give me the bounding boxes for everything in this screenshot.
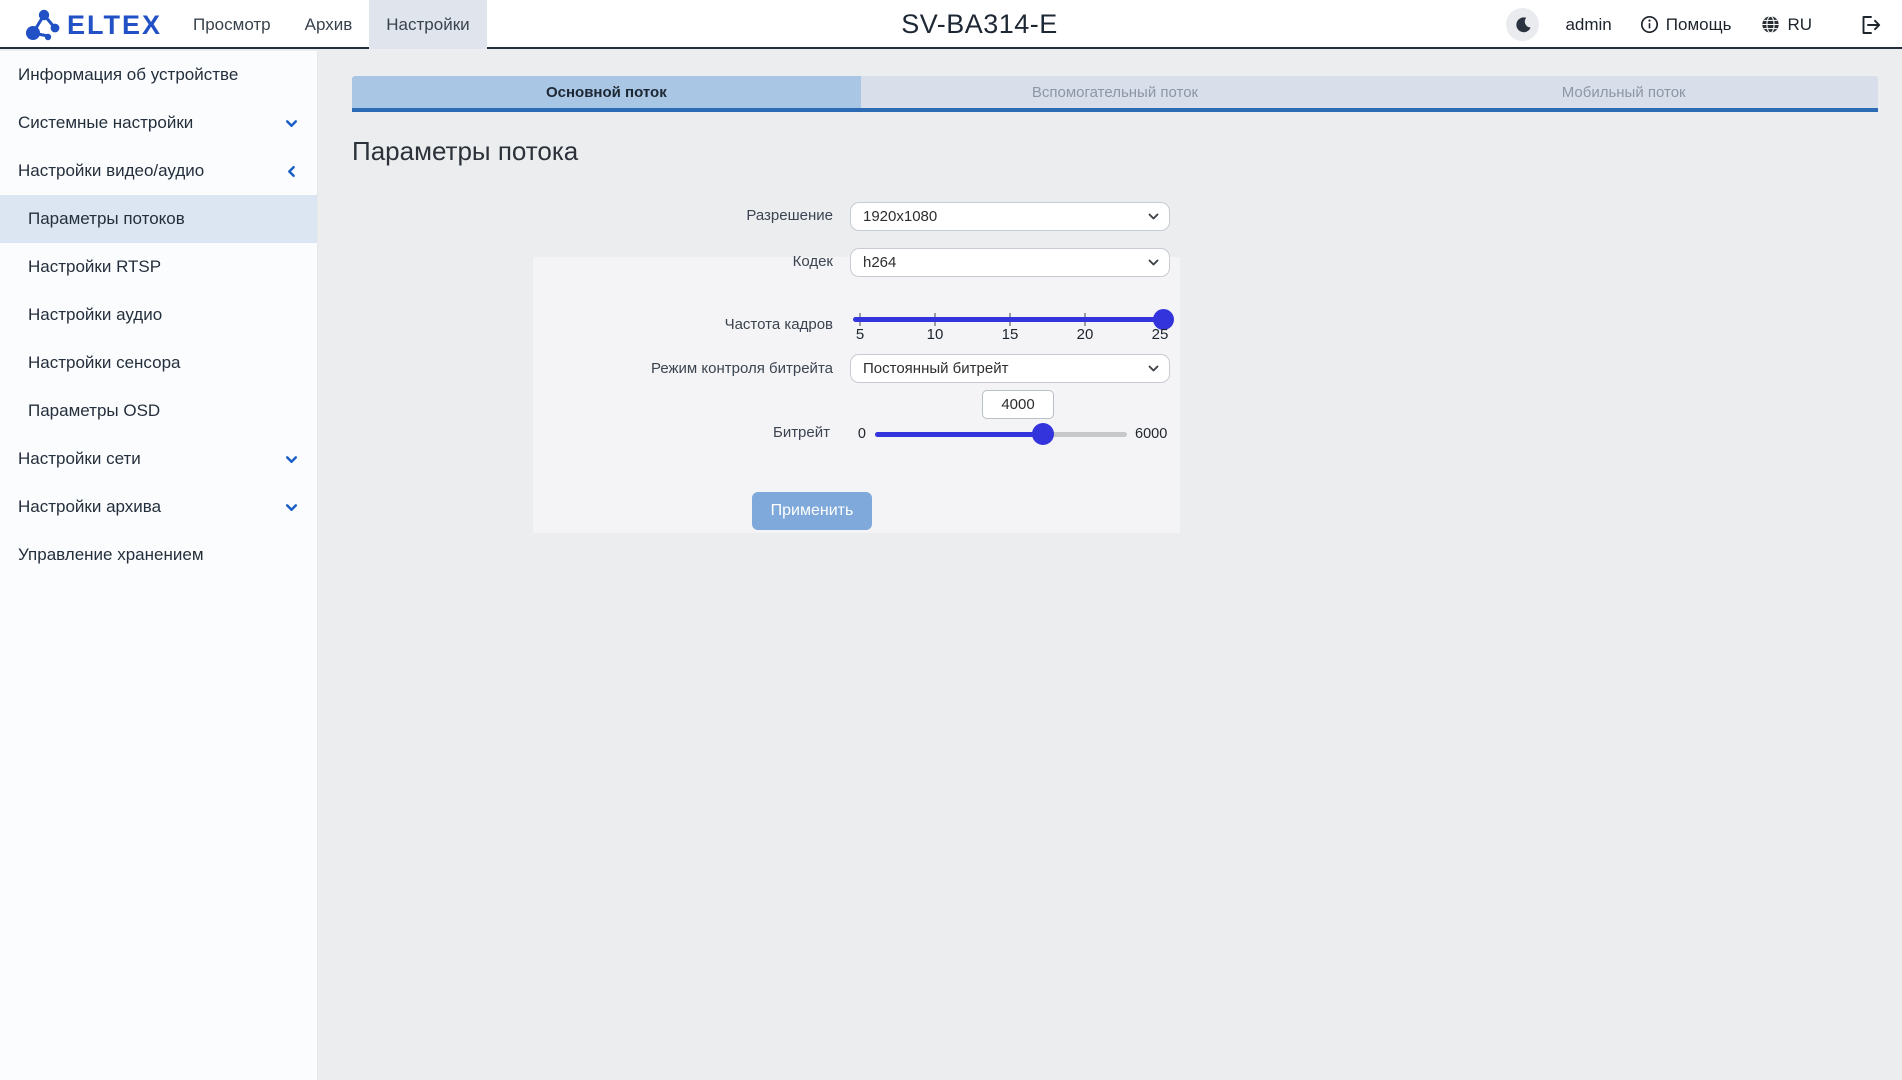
codec-select[interactable]: h264 <box>850 248 1170 277</box>
tick-label: 10 <box>926 326 944 343</box>
sidebar-item-video-audio-settings[interactable]: Настройки видео/аудио <box>0 147 317 195</box>
bitrate-value-input[interactable] <box>982 390 1054 419</box>
language-label: RU <box>1787 14 1812 34</box>
bitrate-label: Битрейт <box>772 424 830 441</box>
bitrate-slider-fill <box>875 432 1043 437</box>
sidebar-item-label: Настройки аудио <box>28 305 163 324</box>
tick-label: 20 <box>1076 326 1094 343</box>
header-right-cluster: admin Помощь RU <box>1506 0 1882 49</box>
top-navigation: Просмотр Архив Настройки <box>176 0 487 49</box>
bitrate-mode-select-wrap: Постоянный битрейт <box>850 354 1170 383</box>
device-title: SV-BA314-E <box>901 9 1058 39</box>
framerate-label: Частота кадров <box>724 316 833 333</box>
language-switcher[interactable]: RU <box>1761 15 1812 35</box>
resolution-label: Разрешение <box>746 207 833 224</box>
sidebar-item-storage-management[interactable]: Управление хранением <box>0 531 317 579</box>
sidebar-item-label: Настройки архива <box>18 497 162 516</box>
help-button[interactable]: Помощь <box>1640 14 1732 35</box>
sidebar-item-audio-settings[interactable]: Настройки аудио <box>0 291 317 339</box>
codec-label: Кодек <box>792 253 833 270</box>
framerate-slider-track[interactable] <box>853 317 1167 322</box>
bitrate-mode-select[interactable]: Постоянный битрейт <box>850 354 1170 383</box>
logo-text: ELTEX <box>67 9 163 40</box>
info-icon <box>1640 15 1659 34</box>
tick-label: 5 <box>855 326 865 343</box>
sidebar-item-label: Параметры потоков <box>28 209 185 228</box>
nav-view[interactable]: Просмотр <box>176 0 288 49</box>
help-label: Помощь <box>1665 14 1732 34</box>
sidebar-item-label: Параметры OSD <box>28 401 161 420</box>
tick-label: 25 <box>1151 326 1169 343</box>
sidebar-item-label: Информация об устройстве <box>18 65 239 84</box>
sidebar-item-device-info[interactable]: Информация об устройстве <box>0 51 317 99</box>
tick-label: 15 <box>1001 326 1019 343</box>
sidebar: Информация об устройстве Системные настр… <box>0 51 318 1080</box>
nav-settings[interactable]: Настройки <box>369 0 487 49</box>
bitrate-slider-handle[interactable] <box>1031 423 1054 445</box>
apply-button[interactable]: Применить <box>752 492 872 530</box>
sidebar-item-label: Настройки сети <box>18 449 141 468</box>
logout-button[interactable] <box>1860 15 1882 35</box>
sidebar-item-sensor-settings[interactable]: Настройки сенсора <box>0 339 317 387</box>
tab-secondary-stream[interactable]: Вспомогательный поток <box>860 76 1370 108</box>
page-title: Параметры потока <box>352 136 579 166</box>
moon-icon <box>1514 16 1532 34</box>
sidebar-item-label: Настройки видео/аудио <box>18 161 205 180</box>
bitrate-max-label: 6000 <box>1135 426 1168 442</box>
nav-archive[interactable]: Архив <box>288 0 370 49</box>
chevron-down-icon <box>284 452 299 467</box>
stream-tabs: Основной поток Вспомогательный поток Моб… <box>352 76 1878 108</box>
bitrate-min-label: 0 <box>857 426 866 442</box>
dark-mode-toggle[interactable] <box>1506 8 1540 41</box>
codec-select-wrap: h264 <box>850 248 1170 277</box>
tabs-underline <box>352 108 1878 112</box>
bitrate-mode-label: Режим контроля битрейта <box>651 360 833 377</box>
sidebar-item-osd-parameters[interactable]: Параметры OSD <box>0 387 317 435</box>
logout-icon <box>1860 15 1882 35</box>
eltex-logo[interactable]: ELTEX <box>24 6 162 44</box>
sidebar-item-rtsp-settings[interactable]: Настройки RTSP <box>0 243 317 291</box>
sidebar-item-stream-parameters[interactable]: Параметры потоков <box>0 195 317 243</box>
sidebar-item-archive-settings[interactable]: Настройки архива <box>0 483 317 531</box>
chevron-left-icon <box>284 164 299 179</box>
user-menu[interactable]: admin <box>1565 15 1611 35</box>
chevron-down-icon <box>284 116 299 131</box>
sidebar-item-network-settings[interactable]: Настройки сети <box>0 435 317 483</box>
globe-icon <box>1761 15 1780 34</box>
sidebar-item-label: Настройки сенсора <box>28 353 181 372</box>
sidebar-item-system-settings[interactable]: Системные настройки <box>0 99 317 147</box>
tab-mobile-stream[interactable]: Мобильный поток <box>1369 76 1878 108</box>
sidebar-item-label: Управление хранением <box>18 545 204 564</box>
sidebar-item-label: Системные настройки <box>18 113 194 132</box>
tab-main-stream[interactable]: Основной поток <box>352 76 861 108</box>
resolution-select[interactable]: 1920x1080 <box>850 202 1170 231</box>
eltex-molecule-icon <box>24 7 62 43</box>
framerate-tick-labels: 5 10 15 20 25 <box>856 326 1169 344</box>
sidebar-item-label: Настройки RTSP <box>28 257 162 276</box>
bitrate-slider[interactable] <box>875 423 1127 445</box>
chevron-down-icon <box>284 500 299 515</box>
resolution-select-wrap: 1920x1080 <box>850 202 1170 231</box>
top-bar: ELTEX Просмотр Архив Настройки SV-BA314-… <box>0 0 1902 49</box>
